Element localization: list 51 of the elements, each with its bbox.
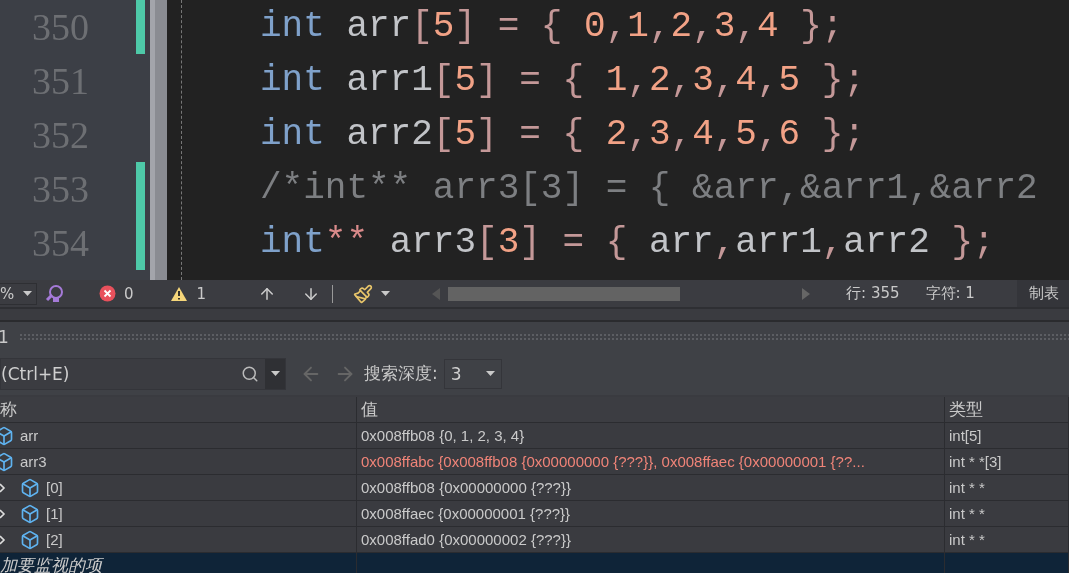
variable-value: 0x008ffaec {0x00000001 {???}} [361, 505, 571, 522]
tab-indicator: 制表 [1029, 284, 1059, 303]
zoom-dropdown[interactable]: % [0, 282, 37, 305]
error-icon[interactable] [99, 285, 116, 302]
variable-value: 0x008ffabc {0x008ffb08 {0x00000000 {???}}, 0x008ffaec {0x00000001 {??... [361, 453, 865, 470]
variable-type: int * * [949, 505, 985, 522]
error-count: 0 [124, 284, 134, 303]
variable-type: int * * [949, 479, 985, 496]
variable-value: 0x008ffb08 {0x00000000 {???}} [361, 479, 571, 496]
variable-icon [20, 477, 40, 498]
caret-icon [485, 371, 495, 376]
code-line: int arr1[5] = { 1,2,3,4,5 }; [260, 59, 866, 103]
caret-icon [23, 291, 32, 296]
search-depth-dropdown[interactable]: 3 [443, 358, 502, 389]
caret-icon [270, 371, 280, 376]
warning-count: 1 [196, 284, 207, 303]
search-icon[interactable] [241, 364, 259, 383]
caret-icon [381, 291, 391, 296]
variable-icon [20, 503, 40, 524]
add-watch-row[interactable]: 加要监视的项 [0, 553, 357, 573]
search-field[interactable]: (Ctrl+E) [1, 363, 241, 384]
column-header[interactable]: 值 [361, 398, 378, 421]
expand-icon[interactable] [0, 508, 6, 519]
variable-name: [1] [46, 505, 63, 522]
variable-icon [20, 529, 40, 550]
variable-type: int[5] [949, 427, 982, 444]
code-line: int** arr3[3] = { arr,arr1,arr2 }; [260, 221, 996, 265]
column-header[interactable]: 称 [0, 398, 17, 421]
variable-name: [2] [46, 531, 63, 548]
panel-title: 1 [0, 327, 9, 347]
line-indicator: 行: 355 [846, 284, 900, 303]
search-depth-label: 搜索深度: [364, 362, 438, 385]
variable-icon [0, 425, 14, 446]
code-line: int arr[5] = { 0,1,2,3,4 }; [260, 5, 845, 49]
variable-name: [0] [46, 479, 63, 496]
variable-value: 0x008ffad0 {0x00000002 {???}} [361, 531, 571, 548]
expand-icon[interactable] [0, 482, 6, 493]
variable-type: int * *[3] [949, 453, 1002, 470]
warning-icon[interactable] [169, 285, 188, 302]
expand-icon[interactable] [0, 534, 6, 545]
column-header[interactable]: 类型 [949, 398, 983, 421]
variable-icon [0, 451, 14, 472]
variable-type: int * * [949, 531, 985, 548]
variable-name: arr [20, 427, 39, 444]
code-line: int arr2[5] = { 2,3,4,5,6 }; [260, 113, 866, 157]
brush-icon[interactable] [353, 283, 374, 304]
variable-name: arr3 [20, 453, 47, 470]
variable-value: 0x008ffb08 {0, 1, 2, 3, 4} [361, 427, 525, 444]
column-indicator: 字符: 1 [925, 284, 975, 303]
search-box[interactable]: (Ctrl+E) [0, 357, 286, 390]
code-line: /*int** arr3[3] = { &arr,&arr1,&arr2 [260, 167, 1039, 211]
